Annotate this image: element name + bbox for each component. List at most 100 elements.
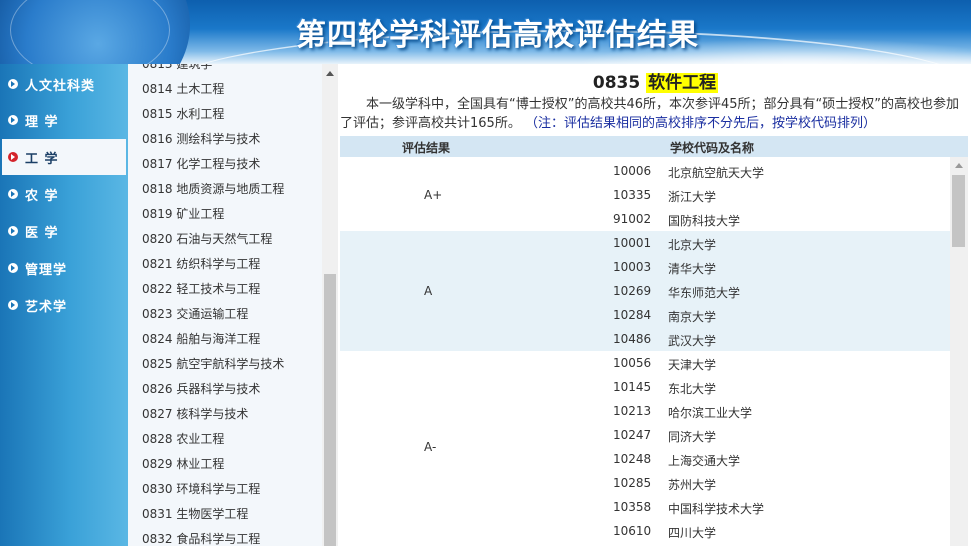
table-row: 10145 东北大学 bbox=[340, 375, 950, 399]
school-code: 10284 bbox=[613, 308, 652, 322]
school-name: 武汉大学 bbox=[668, 334, 717, 348]
category-item[interactable]: 农 学 bbox=[2, 176, 126, 212]
globe-lines-graphic bbox=[10, 0, 170, 64]
subject-item[interactable]: 0815 水利工程 bbox=[142, 105, 224, 122]
table-row: 10247 同济大学 bbox=[340, 423, 950, 447]
results-scrollbar[interactable] bbox=[950, 157, 968, 546]
subject-item[interactable]: 0818 地质资源与地质工程 bbox=[142, 180, 284, 197]
table-row: 10269 华东师范大学 bbox=[340, 279, 950, 303]
school-name: 浙江大学 bbox=[668, 190, 717, 204]
category-item[interactable]: 管理学 bbox=[2, 250, 126, 286]
school-name: 国防科技大学 bbox=[668, 214, 741, 228]
subject-description: 本一级学科中，全国具有“博士授权”的高校共46所，本次参评45所；部分具有“硕士… bbox=[340, 95, 968, 133]
subject-heading: 0835 软件工程 bbox=[340, 68, 971, 93]
category-item[interactable]: 医 学 bbox=[2, 213, 126, 249]
arrow-bullet-icon bbox=[8, 115, 18, 125]
grade-group: A- 10056 天津大学 10145 东北大学 10213 哈尔滨工业大学 10247 同济大… bbox=[340, 351, 950, 543]
table-row: 10056 天津大学 bbox=[340, 351, 950, 375]
table-row: 10006 北京航空航天大学 bbox=[340, 159, 950, 183]
category-nav: 人文社科类理 学工 学农 学医 学管理学艺术学 bbox=[0, 64, 128, 546]
table-row: 10213 哈尔滨工业大学 bbox=[340, 399, 950, 423]
subject-item[interactable]: 0819 矿业工程 bbox=[142, 205, 224, 222]
subject-list-scrollbar[interactable] bbox=[322, 64, 338, 546]
column-header-grade: 评估结果 bbox=[402, 141, 451, 155]
school-code: 10335 bbox=[613, 188, 652, 202]
school-name: 上海交通大学 bbox=[668, 454, 741, 468]
school-name: 中国科学技术大学 bbox=[668, 502, 765, 516]
scrollbar-thumb[interactable] bbox=[324, 274, 336, 546]
school-name: 苏州大学 bbox=[668, 478, 717, 492]
subject-item[interactable]: 0824 船舶与海洋工程 bbox=[142, 330, 260, 347]
school-code: 10248 bbox=[613, 452, 652, 466]
table-header: 评估结果 学校代码及名称 bbox=[340, 136, 968, 157]
category-label: 农 学 bbox=[25, 188, 59, 204]
table-row: 10610 四川大学 bbox=[340, 519, 950, 543]
subject-item[interactable]: 0816 测绘科学与技术 bbox=[142, 130, 260, 147]
subject-item[interactable]: 0827 核科学与技术 bbox=[142, 405, 248, 422]
category-label: 管理学 bbox=[25, 262, 68, 278]
arrow-bullet-icon bbox=[8, 300, 18, 310]
category-label: 医 学 bbox=[25, 225, 59, 241]
school-code: 10003 bbox=[613, 260, 652, 274]
school-code: 10001 bbox=[613, 236, 652, 250]
subject-item[interactable]: 0821 纺织科学与工程 bbox=[142, 255, 260, 272]
header-banner: 第四轮学科评估高校评估结果 bbox=[0, 0, 971, 64]
subject-item[interactable]: 0822 轻工技术与工程 bbox=[142, 280, 260, 297]
table-row: 10358 中国科学技术大学 bbox=[340, 495, 950, 519]
school-code: 10056 bbox=[613, 356, 652, 370]
arrow-bullet-icon bbox=[8, 226, 18, 236]
subject-item[interactable]: 0823 交通运输工程 bbox=[142, 305, 248, 322]
school-code: 10213 bbox=[613, 404, 652, 418]
school-name: 北京大学 bbox=[668, 238, 717, 252]
table-row: 10284 南京大学 bbox=[340, 303, 950, 327]
school-code: 10006 bbox=[613, 164, 652, 178]
column-header-school: 学校代码及名称 bbox=[670, 141, 755, 155]
subject-item[interactable]: 0832 食品科学与工程 bbox=[142, 530, 260, 546]
category-item[interactable]: 理 学 bbox=[2, 102, 126, 138]
scrollbar-thumb[interactable] bbox=[952, 175, 965, 247]
subject-item[interactable]: 0826 兵器科学与技术 bbox=[142, 380, 260, 397]
subject-item[interactable]: 0817 化学工程与技术 bbox=[142, 155, 260, 172]
school-code: 10486 bbox=[613, 332, 652, 346]
category-item[interactable]: 人文社科类 bbox=[2, 66, 126, 102]
subject-item[interactable]: 0830 环境科学与工程 bbox=[142, 480, 260, 497]
table-row: 10285 苏州大学 bbox=[340, 471, 950, 495]
subject-item[interactable]: 0820 石油与天然气工程 bbox=[142, 230, 272, 247]
category-label: 工 学 bbox=[25, 151, 59, 167]
category-item[interactable]: 艺术学 bbox=[2, 287, 126, 323]
school-name: 南京大学 bbox=[668, 310, 717, 324]
school-code: 10269 bbox=[613, 284, 652, 298]
school-code: 10247 bbox=[613, 428, 652, 442]
table-row: 10001 北京大学 bbox=[340, 231, 950, 255]
school-code: 10145 bbox=[613, 380, 652, 394]
table-row: 91002 国防科技大学 bbox=[340, 207, 950, 231]
school-code: 91002 bbox=[613, 212, 652, 226]
subject-code: 0835 bbox=[592, 73, 641, 93]
subject-item[interactable]: 0825 航空宇航科学与技术 bbox=[142, 355, 284, 372]
school-name: 华东师范大学 bbox=[668, 286, 741, 300]
subject-item[interactable]: 0829 林业工程 bbox=[142, 455, 224, 472]
table-row: 10335 浙江大学 bbox=[340, 183, 950, 207]
scroll-up-arrow-icon[interactable] bbox=[955, 163, 963, 168]
table-row: 10248 上海交通大学 bbox=[340, 447, 950, 471]
grade-group: A+ 10006 北京航空航天大学 10335 浙江大学 91002 国防科技大学 bbox=[340, 159, 950, 231]
school-name: 天津大学 bbox=[668, 358, 717, 372]
subject-list-panel: 0813 建筑学 0814 土木工程 0815 水利工程 0816 测绘科学与技术 08… bbox=[128, 64, 338, 546]
school-name: 清华大学 bbox=[668, 262, 717, 276]
table-row: 10486 武汉大学 bbox=[340, 327, 950, 351]
subject-item[interactable]: 0813 建筑学 bbox=[142, 64, 212, 72]
ranking-note: （注：评估结果相同的高校排序不分先后，按学校代码排列） bbox=[524, 116, 876, 131]
grade-group: A 10001 北京大学 10003 清华大学 10269 华东师范大学 10284 南京大学 1… bbox=[340, 231, 950, 351]
subject-name-highlight: 软件工程 bbox=[646, 73, 719, 93]
school-name: 东北大学 bbox=[668, 382, 717, 396]
subject-item[interactable]: 0828 农业工程 bbox=[142, 430, 224, 447]
school-name: 哈尔滨工业大学 bbox=[668, 406, 753, 420]
arrow-bullet-icon bbox=[8, 79, 18, 89]
subject-item[interactable]: 0831 生物医学工程 bbox=[142, 505, 248, 522]
category-item[interactable]: 工 学 bbox=[2, 139, 126, 175]
scroll-up-arrow-icon[interactable] bbox=[326, 71, 334, 76]
subject-item[interactable]: 0814 土木工程 bbox=[142, 80, 224, 97]
arrow-bullet-icon bbox=[8, 152, 18, 162]
arrow-bullet-icon bbox=[8, 189, 18, 199]
school-name: 四川大学 bbox=[668, 526, 717, 540]
